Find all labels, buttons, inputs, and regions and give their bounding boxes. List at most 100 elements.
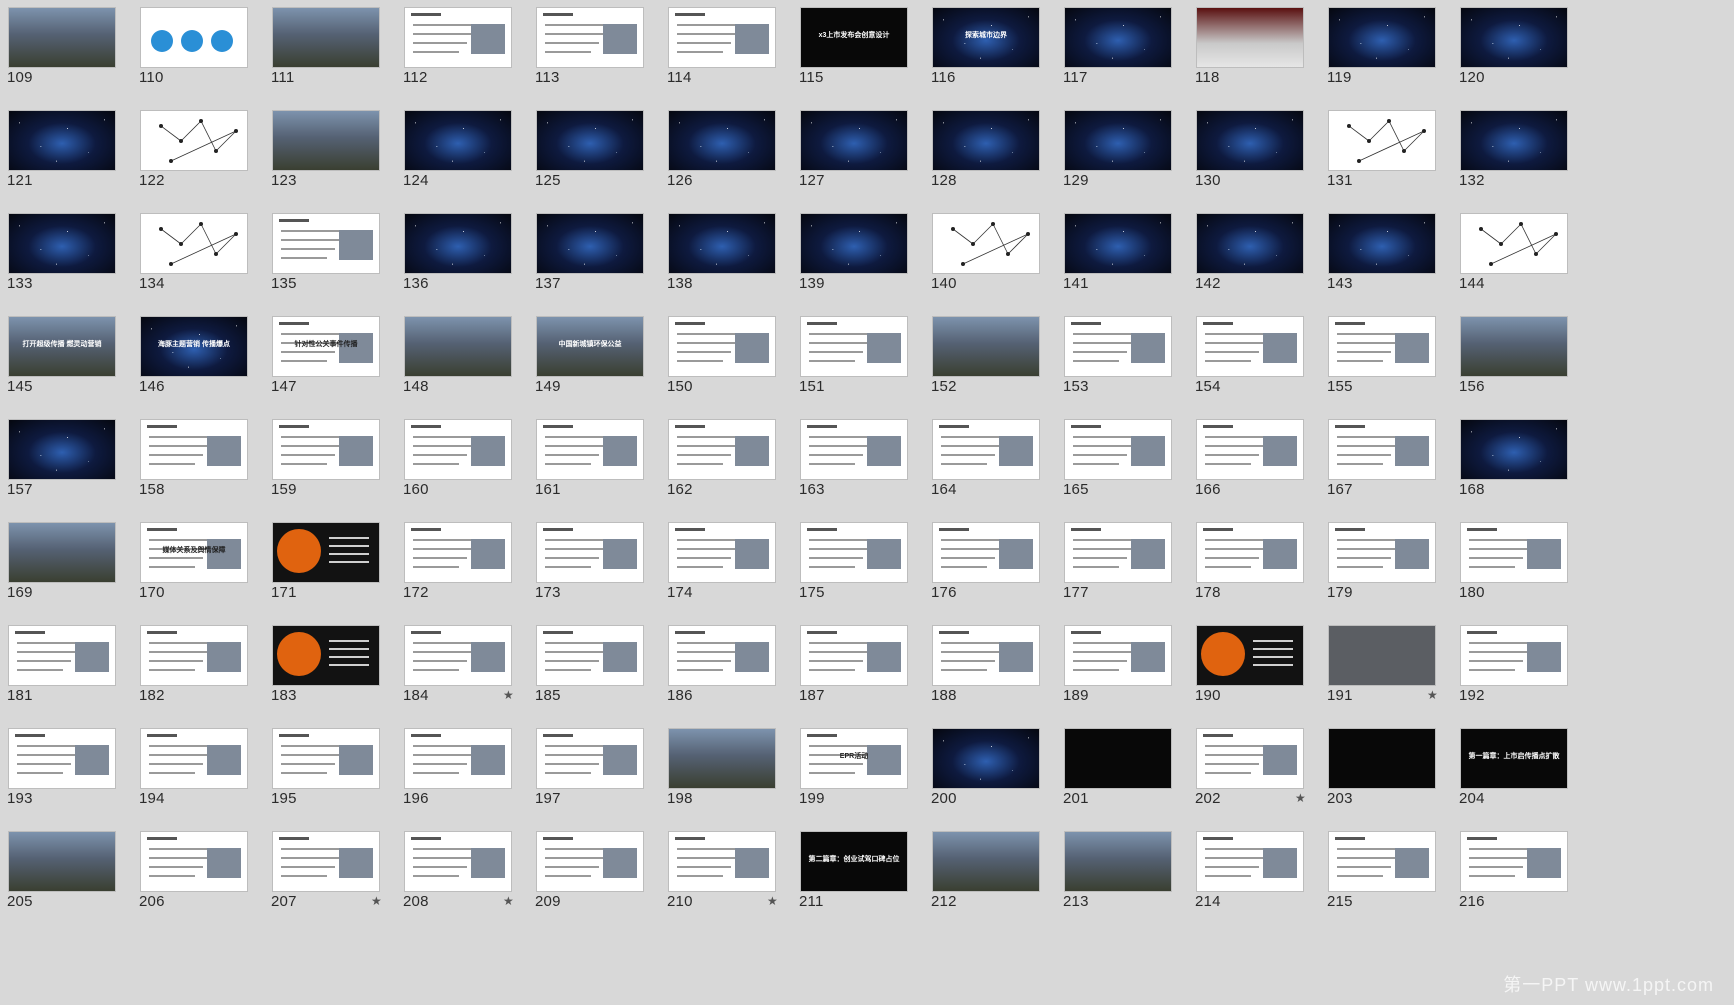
slide-thumbnail-cell[interactable]: 130	[1188, 103, 1334, 217]
slide-thumbnail[interactable]	[1196, 831, 1304, 892]
slide-thumbnail[interactable]	[536, 110, 644, 171]
slide-thumbnail[interactable]	[140, 728, 248, 789]
slide-thumbnail-cell[interactable]: 150	[660, 309, 806, 423]
slide-thumbnail[interactable]	[932, 419, 1040, 480]
slide-thumbnail[interactable]: 媒体关系及舆情保障	[140, 522, 248, 583]
slide-thumbnail[interactable]: 中国新城镇环保公益	[536, 316, 644, 377]
slide-thumbnail[interactable]	[668, 110, 776, 171]
slide-thumbnail[interactable]	[140, 831, 248, 892]
slide-thumbnail[interactable]	[668, 316, 776, 377]
slide-thumbnail[interactable]	[272, 213, 380, 274]
slide-thumbnail-cell[interactable]: 201	[1056, 721, 1202, 835]
slide-thumbnail[interactable]	[140, 7, 248, 68]
slide-thumbnail-cell[interactable]: 171	[264, 515, 410, 629]
slide-thumbnail[interactable]	[1064, 110, 1172, 171]
slide-thumbnail[interactable]	[536, 213, 644, 274]
slide-thumbnail-cell[interactable]: 173	[528, 515, 674, 629]
slide-thumbnail-cell[interactable]: 127	[792, 103, 938, 217]
slide-thumbnail[interactable]	[1328, 419, 1436, 480]
slide-thumbnail[interactable]	[1064, 316, 1172, 377]
slide-thumbnail-cell[interactable]: 195	[264, 721, 410, 835]
slide-thumbnail[interactable]	[668, 728, 776, 789]
slide-thumbnail-cell[interactable]: 192	[1452, 618, 1598, 732]
slide-thumbnail-cell[interactable]: 214	[1188, 824, 1334, 938]
slide-thumbnail-cell[interactable]: 123	[264, 103, 410, 217]
slide-thumbnail-cell[interactable]: 175	[792, 515, 938, 629]
slide-thumbnail-cell[interactable]: 191 ★	[1320, 618, 1466, 732]
slide-thumbnail-cell[interactable]: 111	[264, 0, 410, 114]
slide-thumbnail[interactable]	[404, 522, 512, 583]
slide-thumbnail[interactable]	[140, 625, 248, 686]
slide-thumbnail[interactable]	[140, 110, 248, 171]
slide-thumbnail[interactable]	[932, 110, 1040, 171]
slide-thumbnail[interactable]	[1196, 7, 1304, 68]
slide-thumbnail-cell[interactable]: 144	[1452, 206, 1598, 320]
slide-thumbnail-cell[interactable]: 119	[1320, 0, 1466, 114]
slide-thumbnail-cell[interactable]: 210 ★	[660, 824, 806, 938]
slide-thumbnail[interactable]	[404, 625, 512, 686]
slide-thumbnail-cell[interactable]: EPR活动 199	[792, 721, 938, 835]
slide-thumbnail[interactable]	[1328, 110, 1436, 171]
slide-thumbnail-cell[interactable]: 185	[528, 618, 674, 732]
slide-thumbnail[interactable]	[404, 831, 512, 892]
slide-thumbnail-cell[interactable]: 137	[528, 206, 674, 320]
slide-thumbnail-cell[interactable]: 165	[1056, 412, 1202, 526]
slide-thumbnail-cell[interactable]: 198	[660, 721, 806, 835]
slide-thumbnail-cell[interactable]: 109	[0, 0, 146, 114]
slide-thumbnail-cell[interactable]: 154	[1188, 309, 1334, 423]
slide-thumbnail[interactable]	[1328, 213, 1436, 274]
slide-thumbnail-cell[interactable]: 183	[264, 618, 410, 732]
slide-thumbnail[interactable]	[536, 625, 644, 686]
slide-thumbnail[interactable]	[272, 522, 380, 583]
slide-thumbnail-cell[interactable]: 215	[1320, 824, 1466, 938]
slide-thumbnail[interactable]: 第一篇章：上市启传播点扩散	[1460, 728, 1568, 789]
slide-thumbnail-cell[interactable]: 200	[924, 721, 1070, 835]
slide-thumbnail[interactable]	[932, 213, 1040, 274]
slide-thumbnail[interactable]	[800, 316, 908, 377]
slide-thumbnail-cell[interactable]: 177	[1056, 515, 1202, 629]
slide-thumbnail[interactable]	[1064, 625, 1172, 686]
slide-thumbnail[interactable]	[1460, 625, 1568, 686]
slide-thumbnail[interactable]	[932, 316, 1040, 377]
slide-thumbnail-cell[interactable]: 212	[924, 824, 1070, 938]
slide-thumbnail[interactable]	[1460, 522, 1568, 583]
slide-thumbnail-cell[interactable]: 166	[1188, 412, 1334, 526]
slide-thumbnail-cell[interactable]: 169	[0, 515, 146, 629]
slide-thumbnail-cell[interactable]: 186	[660, 618, 806, 732]
slide-thumbnail-cell[interactable]: 172	[396, 515, 542, 629]
slide-thumbnail-cell[interactable]: 167	[1320, 412, 1466, 526]
slide-thumbnail-cell[interactable]: 139	[792, 206, 938, 320]
slide-thumbnail-cell[interactable]: 196	[396, 721, 542, 835]
slide-thumbnail-cell[interactable]: 216	[1452, 824, 1598, 938]
slide-thumbnail-cell[interactable]: 156	[1452, 309, 1598, 423]
slide-thumbnail[interactable]	[8, 7, 116, 68]
slide-thumbnail-cell[interactable]: 189	[1056, 618, 1202, 732]
slide-thumbnail-cell[interactable]: 187	[792, 618, 938, 732]
slide-thumbnail-cell[interactable]: 121	[0, 103, 146, 217]
slide-thumbnail-cell[interactable]: 117	[1056, 0, 1202, 114]
slide-thumbnail[interactable]	[536, 522, 644, 583]
slide-thumbnail[interactable]	[1064, 522, 1172, 583]
slide-thumbnail-cell[interactable]: 112	[396, 0, 542, 114]
slide-thumbnail[interactable]	[1196, 419, 1304, 480]
slide-thumbnail-cell[interactable]: 180	[1452, 515, 1598, 629]
slide-thumbnail[interactable]	[8, 213, 116, 274]
slide-thumbnail-cell[interactable]: 207 ★	[264, 824, 410, 938]
slide-thumbnail[interactable]	[1460, 831, 1568, 892]
slide-thumbnail[interactable]	[536, 7, 644, 68]
slide-thumbnail[interactable]	[1064, 728, 1172, 789]
slide-thumbnail[interactable]	[272, 110, 380, 171]
slide-thumbnail[interactable]	[1064, 419, 1172, 480]
slide-thumbnail[interactable]	[1196, 316, 1304, 377]
slide-thumbnail-cell[interactable]: 188	[924, 618, 1070, 732]
slide-thumbnail-cell[interactable]: 179	[1320, 515, 1466, 629]
slide-thumbnail-cell[interactable]: 126	[660, 103, 806, 217]
slide-thumbnail[interactable]	[272, 831, 380, 892]
slide-thumbnail-cell[interactable]: 142	[1188, 206, 1334, 320]
slide-thumbnail[interactable]	[536, 728, 644, 789]
slide-thumbnail-cell[interactable]: 163	[792, 412, 938, 526]
slide-thumbnail[interactable]	[800, 522, 908, 583]
slide-thumbnail-cell[interactable]: 159	[264, 412, 410, 526]
slide-thumbnail[interactable]	[404, 419, 512, 480]
slide-thumbnail-cell[interactable]: 181	[0, 618, 146, 732]
